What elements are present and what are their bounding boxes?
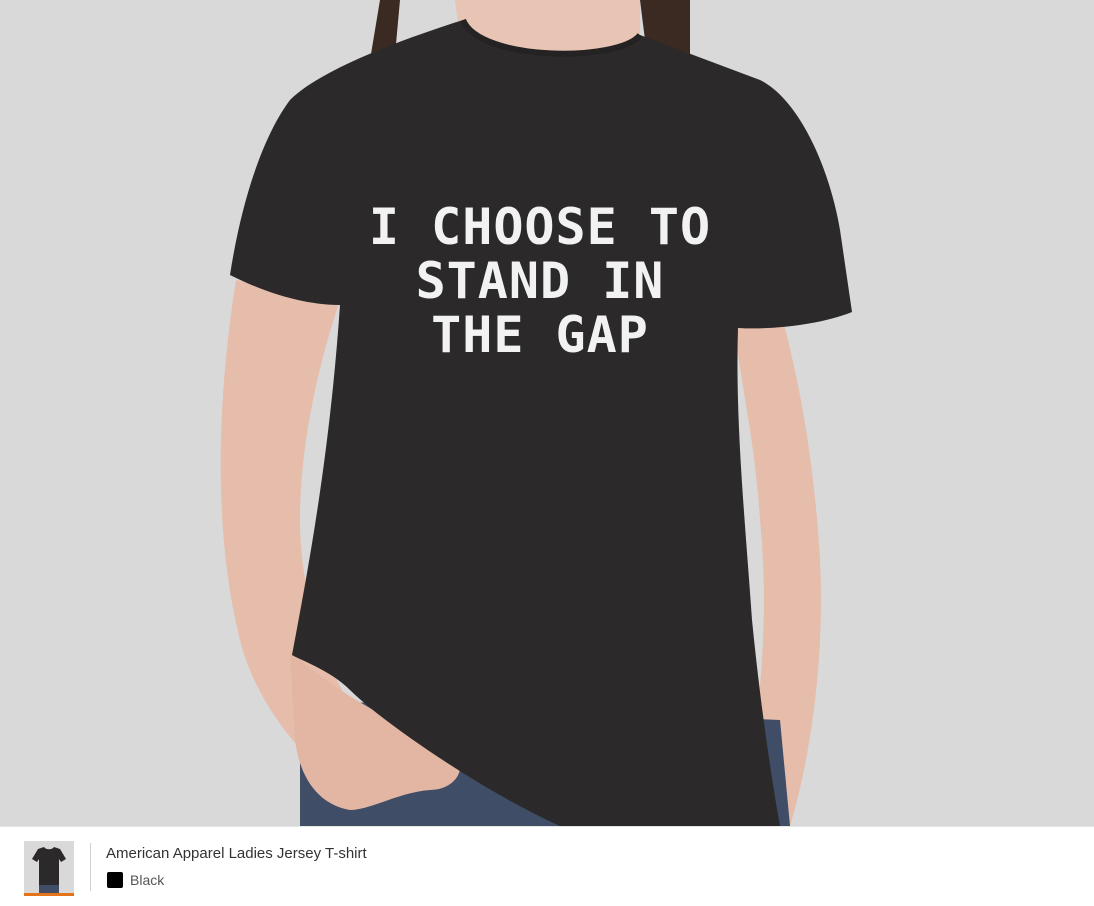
print-line-2: STAND IN xyxy=(415,252,665,310)
selected-thumbnail-indicator xyxy=(24,893,74,896)
model-photo xyxy=(220,0,852,826)
print-line-1: I CHOOSE TO xyxy=(368,198,712,256)
color-label: Black xyxy=(130,872,165,888)
product-name: American Apparel Ladies Jersey T-shirt xyxy=(106,845,367,862)
product-info-bar: American Apparel Ladies Jersey T-shirt B… xyxy=(0,826,1094,906)
print-line-3: THE GAP xyxy=(431,306,649,364)
product-preview: I CHOOSE TO STAND IN THE GAP xyxy=(0,0,1094,826)
product-thumbnail[interactable] xyxy=(24,841,74,893)
color-swatch xyxy=(107,872,123,888)
tshirt-thumbnail-icon xyxy=(24,841,74,893)
shirt-print-text: I CHOOSE TO STAND IN THE GAP xyxy=(340,200,740,362)
divider xyxy=(90,843,91,891)
